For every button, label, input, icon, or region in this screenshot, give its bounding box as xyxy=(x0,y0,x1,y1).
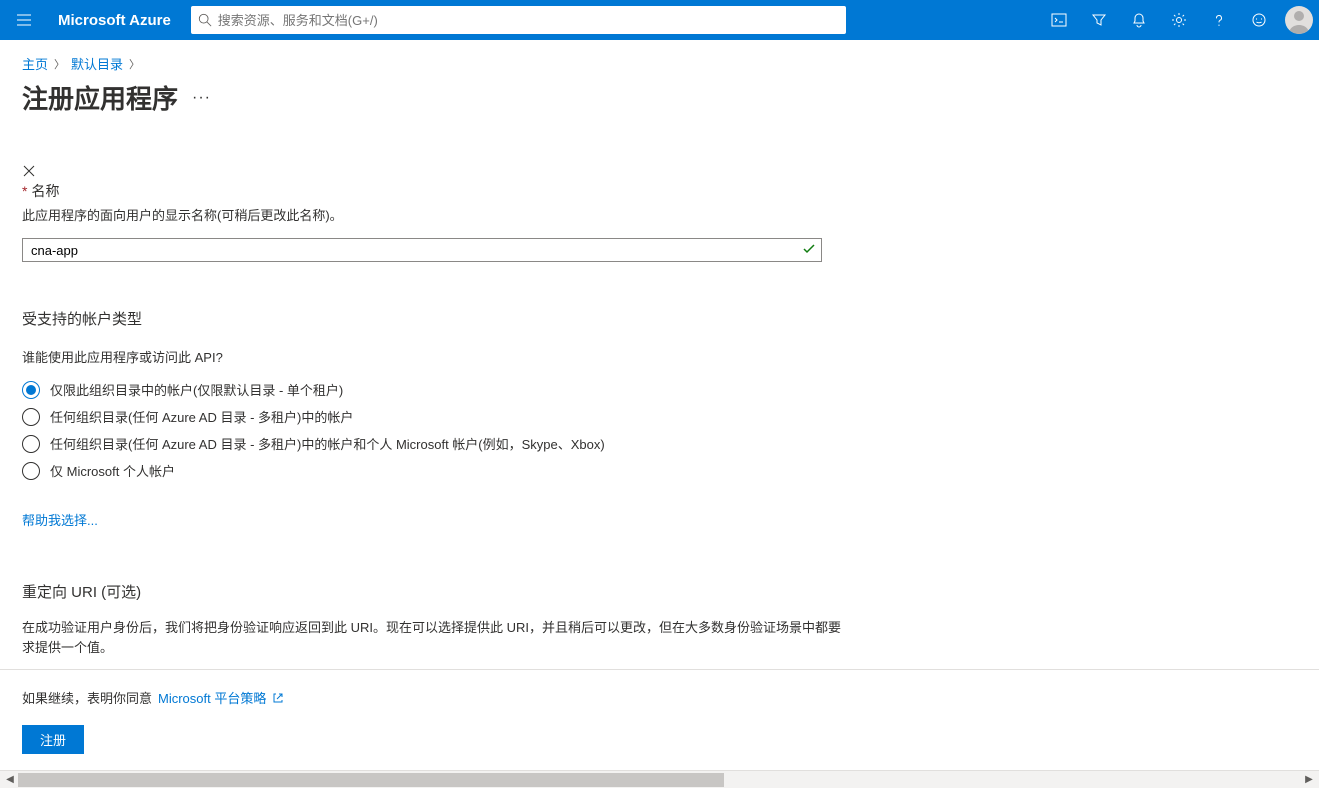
register-button[interactable]: 注册 xyxy=(22,725,84,754)
required-mark: * xyxy=(22,183,27,199)
more-actions-button[interactable]: ··· xyxy=(192,89,211,107)
breadcrumb: 主页 〉 默认目录 〉 xyxy=(22,54,1297,73)
brand-label[interactable]: Microsoft Azure xyxy=(48,12,191,29)
account-type-option-single-tenant[interactable]: 仅限此组织目录中的帐户(仅限默认目录 - 单个租户) xyxy=(22,380,1297,399)
app-name-input[interactable] xyxy=(22,238,822,262)
notifications-button[interactable] xyxy=(1119,0,1159,40)
scroll-left-arrow[interactable]: ◀ xyxy=(2,772,18,788)
directories-button[interactable] xyxy=(1079,0,1119,40)
external-link-icon xyxy=(272,692,284,704)
name-label: 名称 xyxy=(31,181,59,201)
close-icon xyxy=(22,164,36,178)
radio-icon xyxy=(22,408,40,426)
name-help-text: 此应用程序的面向用户的显示名称(可稍后更改此名称)。 xyxy=(22,205,1297,224)
help-me-choose-link[interactable]: 帮助我选择... xyxy=(22,510,98,529)
account-type-option-multi-tenant[interactable]: 任何组织目录(任何 Azure AD 目录 - 多租户)中的帐户 xyxy=(22,407,1297,426)
chevron-right-icon: 〉 xyxy=(54,56,65,72)
avatar-icon xyxy=(1285,6,1313,34)
consent-prefix: 如果继续，表明你同意 xyxy=(22,688,152,707)
radio-label: 仅 Microsoft 个人帐户 xyxy=(50,461,175,480)
account-types-heading: 受支持的帐户类型 xyxy=(22,308,1297,329)
page-header: 注册应用程序 ··· xyxy=(22,79,1297,116)
gear-icon xyxy=(1171,12,1187,28)
content-area: 主页 〉 默认目录 〉 注册应用程序 ··· * 名称 此应用程序的面向用户的显… xyxy=(0,40,1319,768)
radio-label: 仅限此组织目录中的帐户(仅限默认目录 - 单个租户) xyxy=(50,380,343,399)
account-menu[interactable] xyxy=(1279,0,1319,40)
hamburger-icon xyxy=(16,12,32,28)
feedback-button[interactable] xyxy=(1239,0,1279,40)
search-input[interactable] xyxy=(212,13,839,28)
radio-icon xyxy=(22,462,40,480)
check-icon xyxy=(802,242,816,259)
account-types-question: 谁能使用此应用程序或访问此 API? xyxy=(22,347,1297,366)
name-label-row: * 名称 xyxy=(22,181,1297,201)
cloud-shell-button[interactable] xyxy=(1039,0,1079,40)
filter-icon xyxy=(1091,12,1107,28)
global-search[interactable] xyxy=(191,6,846,34)
page-title: 注册应用程序 xyxy=(22,79,178,116)
breadcrumb-directory[interactable]: 默认目录 xyxy=(71,54,123,73)
scroll-track[interactable] xyxy=(18,772,1301,788)
help-button[interactable] xyxy=(1199,0,1239,40)
blade-footer: 如果继续，表明你同意 Microsoft 平台策略 注册 xyxy=(0,669,1319,768)
top-bar: Microsoft Azure xyxy=(0,0,1319,40)
chevron-right-icon: 〉 xyxy=(129,56,140,72)
account-type-option-multi-personal[interactable]: 任何组织目录(任何 Azure AD 目录 - 多租户)中的帐户和个人 Micr… xyxy=(22,434,1297,453)
consent-text: 如果继续，表明你同意 Microsoft 平台策略 xyxy=(22,688,1297,707)
cloud-shell-icon xyxy=(1051,12,1067,28)
breadcrumb-home[interactable]: 主页 xyxy=(22,54,48,73)
help-icon xyxy=(1211,12,1227,28)
hamburger-menu-button[interactable] xyxy=(0,0,48,40)
radio-label: 任何组织目录(任何 Azure AD 目录 - 多租户)中的帐户和个人 Micr… xyxy=(50,434,605,453)
feedback-icon xyxy=(1251,12,1267,28)
platform-policy-link[interactable]: Microsoft 平台策略 xyxy=(158,688,266,707)
radio-icon xyxy=(22,381,40,399)
scroll-right-arrow[interactable]: ▶ xyxy=(1301,772,1317,788)
close-blade-button[interactable] xyxy=(22,164,1297,181)
settings-button[interactable] xyxy=(1159,0,1199,40)
account-type-option-personal-only[interactable]: 仅 Microsoft 个人帐户 xyxy=(22,461,1297,480)
redirect-heading: 重定向 URI (可选) xyxy=(22,581,1297,602)
horizontal-scrollbar[interactable]: ◀ ▶ xyxy=(0,770,1319,788)
scroll-thumb[interactable] xyxy=(18,773,724,787)
bell-icon xyxy=(1131,12,1147,28)
account-types-section: 受支持的帐户类型 谁能使用此应用程序或访问此 API? 仅限此组织目录中的帐户(… xyxy=(22,308,1297,480)
radio-label: 任何组织目录(任何 Azure AD 目录 - 多租户)中的帐户 xyxy=(50,407,353,426)
redirect-description: 在成功验证用户身份后，我们将把身份验证响应返回到此 URI。现在可以选择提供此 … xyxy=(22,618,842,658)
radio-icon xyxy=(22,435,40,453)
search-icon xyxy=(198,13,212,27)
